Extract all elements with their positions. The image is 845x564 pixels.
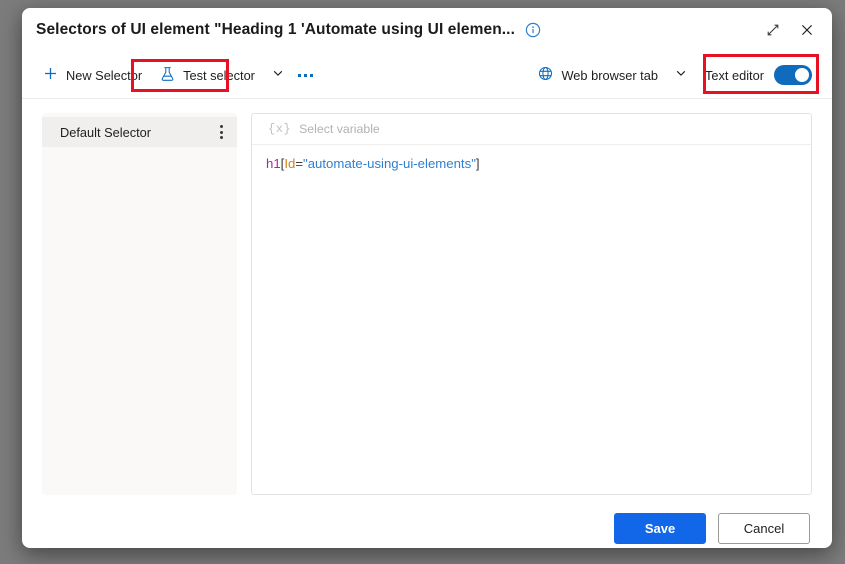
globe-icon [538,66,553,84]
new-selector-label: New Selector [66,67,143,83]
chevron-down-icon [272,66,284,84]
selector-list-sidebar: Default Selector [42,113,237,495]
text-editor-toggle-group: Text editor [695,58,818,92]
page-title: Selectors of UI element "Heading 1 'Auto… [36,21,515,38]
restore-diagonal-icon[interactable] [756,15,790,45]
dialog-body: Default Selector {x} Select variable h1[… [22,99,832,495]
toggle-knob [795,68,809,82]
test-selector-dropdown-button[interactable] [264,60,292,90]
list-item[interactable]: Default Selector [42,117,237,147]
select-variable-button[interactable]: {x} Select variable [252,114,811,145]
text-editor-label: Text editor [704,67,764,83]
code-token-attribute: Id [284,156,296,171]
code-token-string: "automate-using-ui-elements" [303,156,476,171]
selector-code-input[interactable]: h1[Id="automate-using-ui-elements"] [252,145,811,494]
ellipsis-horizontal-icon [298,73,314,77]
code-token-tag: h1 [266,156,281,171]
chevron-down-icon [675,66,687,84]
save-button[interactable]: Save [614,513,706,544]
cancel-button[interactable]: Cancel [718,513,810,544]
text-editor-toggle[interactable] [774,65,812,85]
scope-dropdown-button[interactable] [667,60,695,90]
select-variable-label: Select variable [299,122,380,136]
test-selector-button[interactable]: Test selector [151,60,264,90]
selector-editor-pane: {x} Select variable h1[Id="automate-usin… [251,113,812,495]
toolbar-overflow-button[interactable] [292,60,320,90]
dialog-toolbar: New Selector Test selector Web browser t… [22,52,832,99]
variable-icon: {x} [268,122,292,136]
test-selector-label: Test selector [183,67,255,83]
dialog-titlebar: Selectors of UI element "Heading 1 'Auto… [22,8,832,52]
scope-selector-button[interactable]: Web browser tab [529,60,667,90]
info-circle-icon[interactable] [525,22,541,38]
code-token-bracket-close: ] [475,156,480,171]
new-selector-button[interactable]: New Selector [34,60,151,90]
close-icon[interactable] [790,15,824,45]
selector-item-label: Default Selector [60,124,152,140]
dialog-footer: Save Cancel [22,495,832,548]
scope-selector-label: Web browser tab [561,67,658,83]
selectors-dialog: Selectors of UI element "Heading 1 'Auto… [22,8,832,548]
kebab-menu-icon[interactable] [214,121,229,143]
code-token-equals: = [295,156,304,171]
flask-icon [160,66,175,85]
plus-icon [43,66,58,84]
